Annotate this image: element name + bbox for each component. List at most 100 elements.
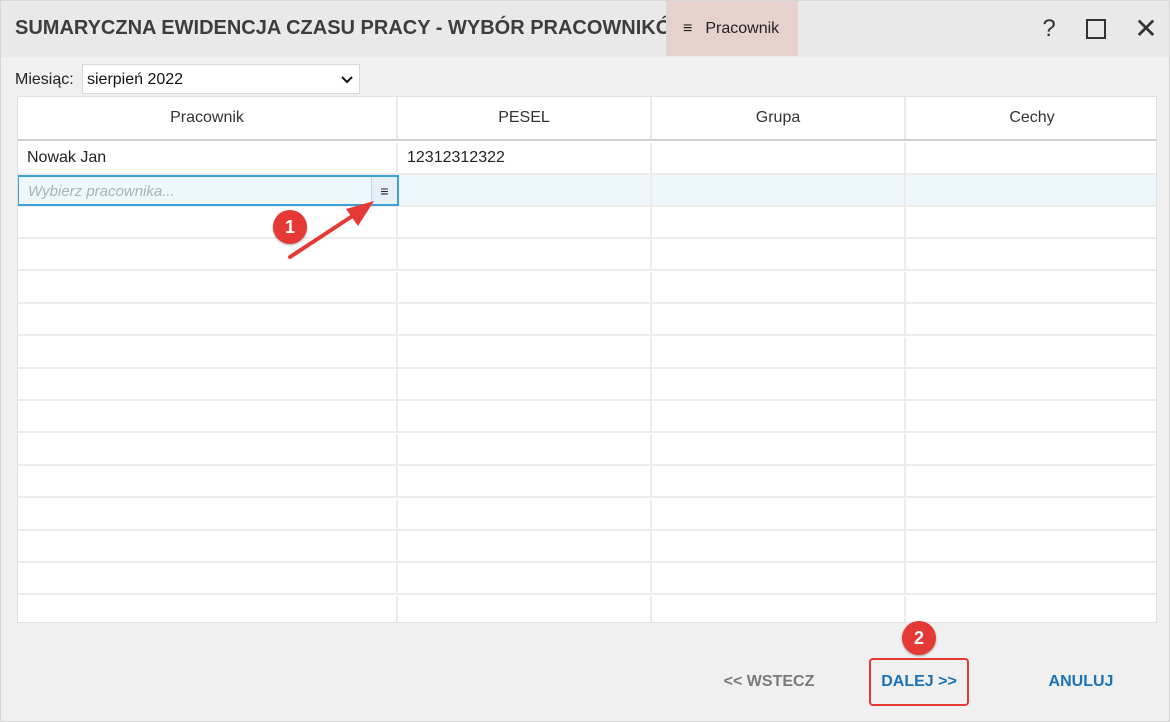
help-icon: ? bbox=[1042, 15, 1056, 42]
table-cell bbox=[652, 304, 906, 335]
cell-grupa bbox=[652, 143, 906, 173]
tab-pracownik[interactable]: ≡ Pracownik bbox=[666, 1, 798, 56]
table-cell bbox=[906, 304, 1156, 334]
table-cell bbox=[906, 466, 1156, 496]
table-cell bbox=[652, 271, 906, 302]
table-cell bbox=[18, 304, 398, 335]
menu-icon: ≡ bbox=[380, 182, 389, 199]
back-button[interactable]: << WSTECZ bbox=[701, 659, 837, 705]
table-cell bbox=[398, 336, 652, 367]
table-cell bbox=[906, 434, 1156, 464]
table-cell bbox=[398, 466, 652, 497]
help-button[interactable]: ? bbox=[1034, 14, 1064, 44]
month-value: sierpień 2022 bbox=[87, 71, 184, 88]
table-row[interactable] bbox=[18, 498, 1156, 531]
table-cell bbox=[398, 304, 652, 335]
table-row[interactable] bbox=[18, 433, 1156, 466]
table-cell bbox=[906, 272, 1156, 302]
table-cell bbox=[906, 596, 1156, 622]
table-cell bbox=[398, 239, 652, 270]
cell-cechy bbox=[906, 175, 1156, 205]
table-cell bbox=[18, 336, 398, 367]
close-icon: ✕ bbox=[1134, 13, 1158, 44]
menu-icon: ≡ bbox=[683, 19, 693, 37]
table-cell bbox=[652, 401, 906, 432]
next-button[interactable]: DALEJ >> bbox=[869, 658, 969, 706]
table-cell bbox=[652, 531, 906, 561]
annotation-badge-2: 2 bbox=[902, 621, 936, 655]
table-row[interactable] bbox=[18, 531, 1156, 563]
table-cell bbox=[18, 466, 398, 497]
table-cell bbox=[398, 207, 652, 237]
title-bar: SUMARYCZNA EWIDENCJA CZASU PRACY - WYBÓR… bbox=[1, 1, 1169, 57]
column-header-pracownik[interactable]: Pracownik bbox=[18, 97, 398, 139]
cell-pracownik: Nowak Jan bbox=[18, 143, 398, 173]
maximize-icon bbox=[1086, 19, 1106, 39]
table-cell bbox=[906, 499, 1156, 529]
table-cell bbox=[398, 369, 652, 399]
annotation-badge-1: 1 bbox=[273, 210, 307, 244]
table-row[interactable] bbox=[18, 401, 1156, 434]
close-button[interactable]: ✕ bbox=[1131, 14, 1161, 44]
table-cell bbox=[652, 433, 906, 464]
table-cell bbox=[18, 498, 398, 529]
table-row[interactable] bbox=[18, 207, 1156, 239]
table-row[interactable] bbox=[18, 271, 1156, 304]
table-cell bbox=[398, 433, 652, 464]
cell-pesel bbox=[398, 175, 652, 205]
column-header-grupa[interactable]: Grupa bbox=[652, 97, 906, 139]
cell-cechy bbox=[906, 143, 1156, 173]
table-cell bbox=[906, 369, 1156, 399]
table-cell bbox=[18, 531, 398, 561]
table-cell bbox=[652, 466, 906, 497]
month-select[interactable]: sierpień 2022 bbox=[82, 64, 360, 94]
table-cell bbox=[652, 369, 906, 399]
column-header-pesel[interactable]: PESEL bbox=[398, 97, 652, 139]
table-cell bbox=[906, 337, 1156, 367]
employee-grid: Pracownik PESEL Grupa Cechy Nowak Jan 12… bbox=[17, 96, 1157, 623]
table-cell bbox=[906, 207, 1156, 237]
table-cell bbox=[652, 563, 906, 594]
table-cell bbox=[398, 595, 652, 622]
table-cell bbox=[652, 595, 906, 622]
tab-pracownik-label: Pracownik bbox=[705, 19, 780, 37]
table-row[interactable]: Nowak Jan 12312312322 bbox=[18, 143, 1156, 175]
table-cell bbox=[398, 401, 652, 432]
cell-grupa bbox=[652, 175, 906, 205]
table-row[interactable] bbox=[18, 466, 1156, 499]
table-row[interactable] bbox=[18, 336, 1156, 369]
table-row[interactable] bbox=[18, 563, 1156, 596]
column-header-cechy[interactable]: Cechy bbox=[906, 97, 1156, 139]
table-cell bbox=[652, 498, 906, 529]
table-row[interactable] bbox=[18, 304, 1156, 337]
window-title: SUMARYCZNA EWIDENCJA CZASU PRACY - WYBÓR… bbox=[15, 17, 691, 39]
table-cell bbox=[18, 369, 398, 399]
table-row[interactable] bbox=[18, 239, 1156, 272]
cell-pesel: 12312312322 bbox=[398, 143, 652, 173]
table-row[interactable] bbox=[18, 369, 1156, 401]
table-cell bbox=[398, 271, 652, 302]
table-cell bbox=[18, 271, 398, 302]
table-cell bbox=[652, 239, 906, 270]
table-cell bbox=[906, 239, 1156, 269]
table-cell bbox=[398, 563, 652, 594]
table-row[interactable] bbox=[18, 595, 1156, 622]
employee-picker-placeholder: Wybierz pracownika... bbox=[28, 183, 175, 200]
table-cell bbox=[18, 433, 398, 464]
table-cell bbox=[18, 595, 398, 622]
table-cell bbox=[398, 531, 652, 561]
table-cell bbox=[652, 207, 906, 237]
maximize-button[interactable] bbox=[1081, 14, 1111, 44]
new-row[interactable]: Wybierz pracownika... ≡ bbox=[18, 175, 1156, 207]
table-cell bbox=[906, 531, 1156, 561]
table-cell bbox=[652, 336, 906, 367]
table-cell bbox=[906, 563, 1156, 593]
table-cell bbox=[906, 401, 1156, 431]
cancel-button[interactable]: ANULUJ bbox=[1031, 659, 1131, 705]
table-cell bbox=[18, 401, 398, 432]
grid-header: Pracownik PESEL Grupa Cechy bbox=[18, 97, 1156, 141]
table-cell bbox=[398, 498, 652, 529]
month-label: Miesiąc: bbox=[15, 71, 74, 88]
table-cell bbox=[18, 563, 398, 594]
chevron-down-icon bbox=[341, 76, 353, 84]
